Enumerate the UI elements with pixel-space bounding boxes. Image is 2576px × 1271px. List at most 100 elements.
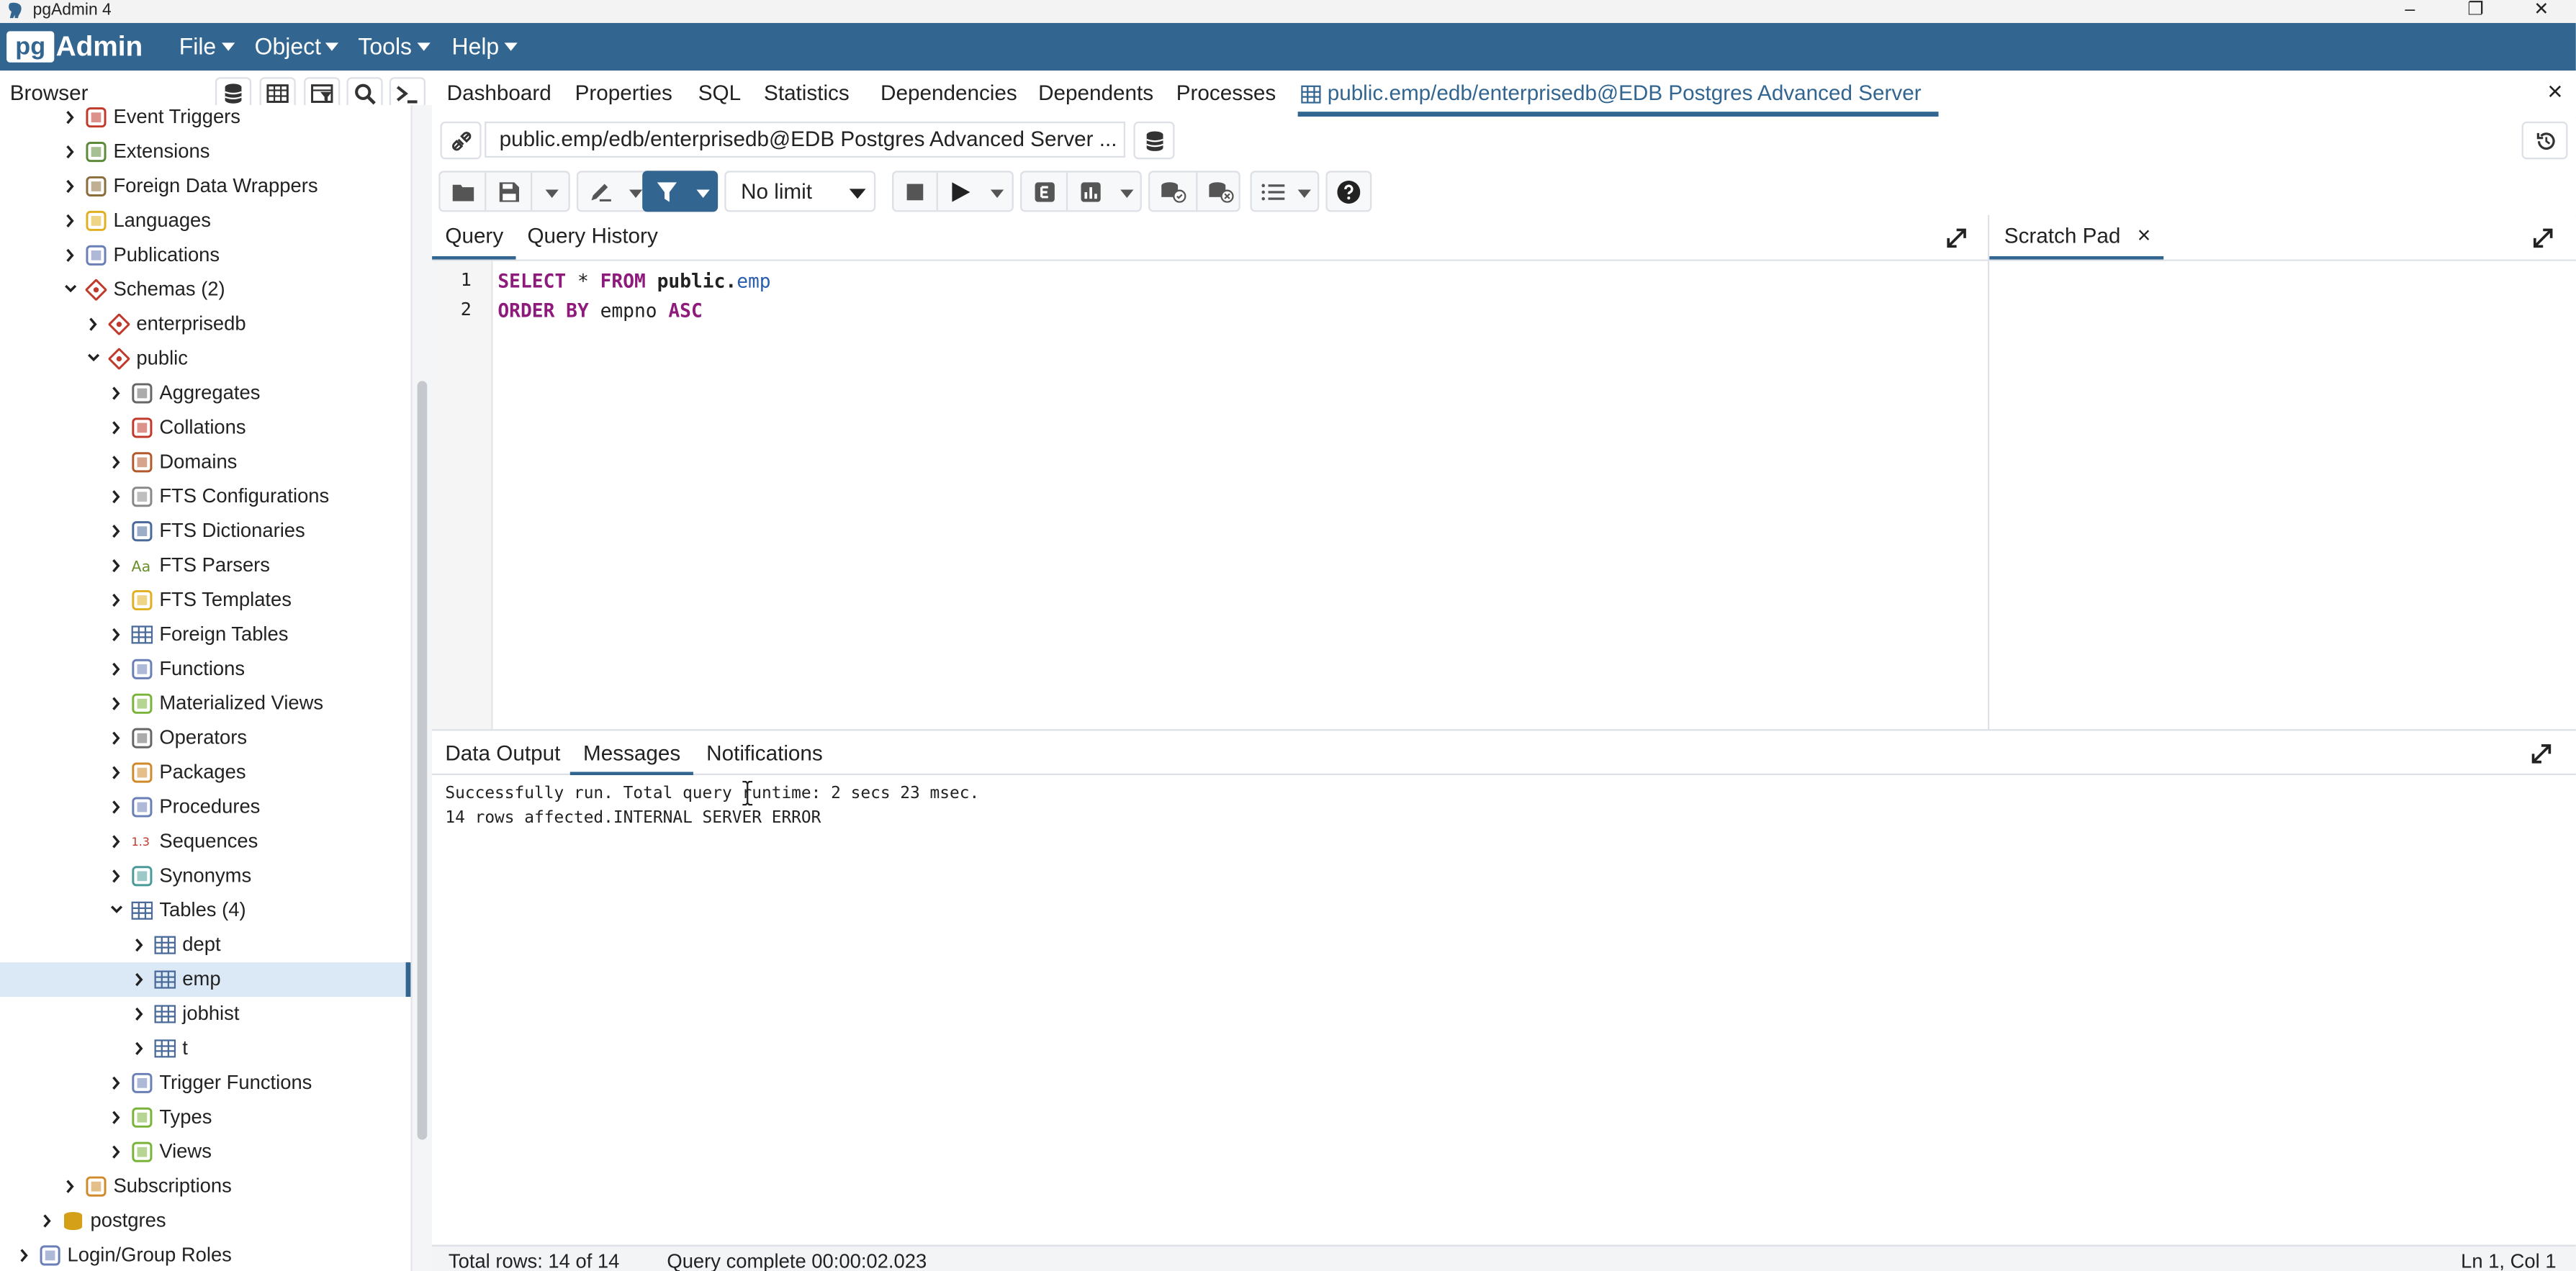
tab-processes[interactable]: Processes xyxy=(1176,71,1276,117)
chevron-right-icon[interactable] xyxy=(63,169,79,204)
close-tab-button[interactable]: × xyxy=(2547,79,2562,109)
tree-item[interactable]: Languages xyxy=(0,204,410,238)
tab-data-output[interactable]: Data Output xyxy=(445,733,560,777)
edit-button[interactable] xyxy=(578,173,623,210)
tree-item[interactable]: Functions xyxy=(0,652,410,687)
code-line[interactable]: SELECT * FROM public.emp xyxy=(497,269,770,292)
menu-object[interactable]: Object xyxy=(255,23,340,71)
tree-item[interactable]: postgres xyxy=(0,1204,410,1239)
macros-dropdown-button[interactable] xyxy=(1291,173,1318,210)
tab-dependencies[interactable]: Dependencies xyxy=(881,71,1017,117)
tree-item[interactable]: FTS Templates xyxy=(0,583,410,618)
chevron-down-icon[interactable] xyxy=(86,342,102,376)
chevron-down-icon[interactable] xyxy=(109,893,125,928)
commit-button[interactable] xyxy=(1150,173,1196,210)
chevron-right-icon[interactable] xyxy=(109,790,125,825)
tab-dashboard[interactable]: Dashboard xyxy=(447,71,551,117)
close-icon[interactable]: × xyxy=(2138,215,2151,256)
chevron-right-icon[interactable] xyxy=(109,721,125,756)
help-segment[interactable] xyxy=(1328,173,1370,210)
chevron-right-icon[interactable] xyxy=(109,445,125,479)
expand-icon[interactable] xyxy=(2531,227,2554,250)
chevron-right-icon[interactable] xyxy=(109,514,125,548)
tree-item[interactable]: enterprisedb xyxy=(0,307,410,342)
chevron-right-icon[interactable] xyxy=(132,1031,148,1066)
tab-statistics[interactable]: Statistics xyxy=(764,71,850,117)
chevron-right-icon[interactable] xyxy=(132,928,148,962)
macros-group[interactable] xyxy=(1250,171,1320,212)
expand-icon[interactable] xyxy=(2530,742,2553,765)
chevron-right-icon[interactable] xyxy=(17,1238,33,1271)
execute-dropdown-button[interactable] xyxy=(983,173,1012,210)
tree-item[interactable]: Schemas (2) xyxy=(0,273,410,307)
chevron-right-icon[interactable] xyxy=(109,756,125,790)
sql-editor[interactable]: 1 2 SELECT * FROM public.emp ORDER BY em… xyxy=(432,261,1988,730)
menu-help[interactable]: Help xyxy=(451,23,518,71)
tab-messages[interactable]: Messages xyxy=(569,733,694,776)
macros-button[interactable] xyxy=(1252,173,1294,210)
tab-query-history[interactable]: Query History xyxy=(527,215,657,260)
tree-item[interactable]: Tables (4) xyxy=(0,893,410,928)
tree-item[interactable]: 1.3 Sequences xyxy=(0,824,410,859)
open-file-button[interactable] xyxy=(441,173,485,210)
tree-item[interactable]: Foreign Tables xyxy=(0,618,410,652)
help-button[interactable] xyxy=(1325,171,1372,212)
tab-notifications[interactable]: Notifications xyxy=(706,733,823,777)
tree-item[interactable]: Procedures xyxy=(0,790,410,825)
tree-item[interactable]: Types xyxy=(0,1100,410,1135)
tree-item[interactable]: t xyxy=(0,1031,410,1066)
tree-item[interactable]: jobhist xyxy=(0,997,410,1031)
refresh-button[interactable] xyxy=(2521,121,2568,160)
tree-item[interactable]: FTS Dictionaries xyxy=(0,514,410,548)
chevron-right-icon[interactable] xyxy=(63,105,79,135)
tree-item[interactable]: Extensions xyxy=(0,135,410,169)
tree-item[interactable]: FTS Configurations xyxy=(0,479,410,514)
chevron-right-icon[interactable] xyxy=(109,1135,125,1170)
save-dropdown-button[interactable] xyxy=(531,172,572,211)
save-button[interactable] xyxy=(485,172,532,211)
chevron-right-icon[interactable] xyxy=(109,548,125,583)
rollback-button[interactable] xyxy=(1196,172,1243,211)
expand-icon[interactable] xyxy=(1945,227,1968,250)
chevron-right-icon[interactable] xyxy=(132,962,148,997)
tree-item[interactable]: Domains xyxy=(0,445,410,479)
tree-item[interactable]: Aggregates xyxy=(0,376,410,411)
filter-button[interactable] xyxy=(644,173,688,210)
new-connection-button[interactable] xyxy=(1133,121,1175,160)
chevron-down-icon[interactable] xyxy=(63,273,79,307)
restore-button[interactable]: ❐ xyxy=(2451,0,2500,22)
tab-query[interactable]: Query xyxy=(432,215,517,260)
tree-item[interactable]: Materialized Views xyxy=(0,687,410,721)
chevron-right-icon[interactable] xyxy=(109,583,125,618)
chevron-right-icon[interactable] xyxy=(109,1100,125,1135)
chevron-right-icon[interactable] xyxy=(109,376,125,411)
tree-item[interactable]: Synonyms xyxy=(0,859,410,893)
row-limit-select[interactable]: No limit xyxy=(724,171,876,212)
chevron-right-icon[interactable] xyxy=(109,859,125,893)
tree-item[interactable]: Publications xyxy=(0,238,410,273)
execute-button[interactable] xyxy=(936,172,984,211)
tab-scratch-pad[interactable]: Scratch Pad × xyxy=(1989,215,2164,260)
chevron-right-icon[interactable] xyxy=(132,997,148,1031)
chevron-right-icon[interactable] xyxy=(63,238,79,273)
explain-dropdown-button[interactable] xyxy=(1112,173,1140,210)
tree-item[interactable]: public xyxy=(0,342,410,376)
scrollbar-thumb[interactable] xyxy=(417,381,428,1140)
stop-button[interactable] xyxy=(893,173,936,210)
tree-item[interactable]: Aa FTS Parsers xyxy=(0,548,410,583)
chevron-right-icon[interactable] xyxy=(109,1066,125,1100)
explain-analyze-button[interactable] xyxy=(1066,172,1114,211)
tree-item[interactable]: dept xyxy=(0,928,410,962)
chevron-right-icon[interactable] xyxy=(109,687,125,721)
tab-dependents[interactable]: Dependents xyxy=(1038,71,1153,117)
tab-sql[interactable]: SQL xyxy=(698,71,741,117)
chevron-right-icon[interactable] xyxy=(109,652,125,687)
tree-item[interactable]: Views xyxy=(0,1135,410,1170)
tree-item[interactable]: Foreign Data Wrappers xyxy=(0,169,410,204)
chevron-right-icon[interactable] xyxy=(109,824,125,859)
tree-item[interactable]: Trigger Functions xyxy=(0,1066,410,1100)
edit-group[interactable] xyxy=(576,171,651,212)
connection-status-button[interactable] xyxy=(440,121,482,160)
tree-item[interactable]: Operators xyxy=(0,721,410,756)
tree-item[interactable]: Subscriptions xyxy=(0,1170,410,1204)
